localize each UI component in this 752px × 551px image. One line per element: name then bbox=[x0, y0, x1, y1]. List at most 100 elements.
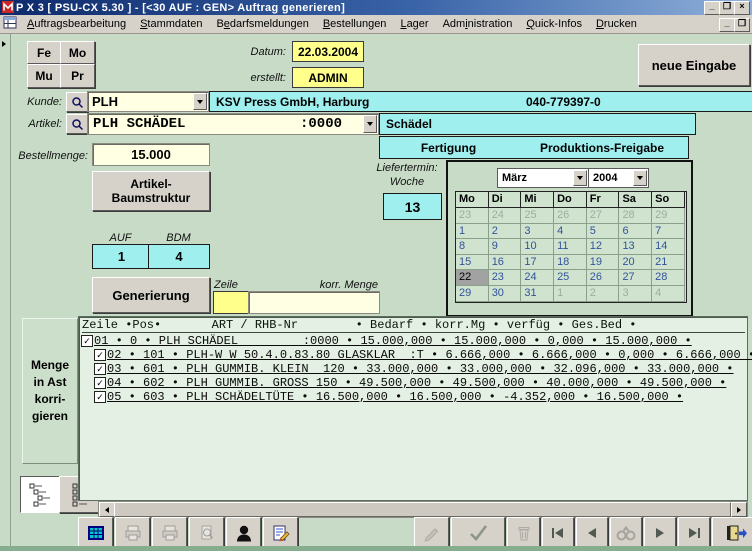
exit-button[interactable] bbox=[712, 517, 752, 548]
calendar-day[interactable]: 25 bbox=[554, 270, 587, 286]
restore-button[interactable]: ❐ bbox=[719, 1, 735, 15]
menu-item-auftragsbearbeitung[interactable]: Auftragsbearbeitung bbox=[20, 16, 133, 32]
chevron-down-icon[interactable] bbox=[573, 170, 587, 186]
child-restore-button[interactable]: ❐ bbox=[734, 18, 750, 32]
kunde-combo[interactable]: PLH bbox=[87, 91, 209, 112]
chevron-down-icon[interactable] bbox=[193, 93, 207, 110]
generierung-button[interactable]: Generierung bbox=[92, 277, 210, 313]
menu-item-bestellungen[interactable]: Bestellungen bbox=[316, 16, 394, 32]
artikel-search-button[interactable] bbox=[66, 114, 88, 134]
nav-prev-button[interactable] bbox=[576, 517, 608, 548]
calendar-day[interactable]: 3 bbox=[521, 224, 554, 240]
print-fast-button[interactable] bbox=[115, 517, 150, 548]
calendar-day[interactable]: 19 bbox=[587, 255, 620, 271]
close-button[interactable]: × bbox=[734, 1, 750, 15]
delete-button[interactable] bbox=[507, 517, 540, 548]
row-checkbox[interactable]: ✓ bbox=[94, 391, 106, 403]
calendar-day[interactable]: 23 bbox=[489, 270, 522, 286]
scroll-right-button[interactable] bbox=[731, 502, 747, 517]
menu-item-quick-infos[interactable]: Quick-Infos bbox=[519, 16, 589, 32]
calendar-day[interactable]: 24 bbox=[521, 270, 554, 286]
scrollbar-thumb[interactable] bbox=[114, 502, 731, 517]
nav-last-button[interactable] bbox=[678, 517, 710, 548]
menu-item-stammdaten[interactable]: Stammdaten bbox=[133, 16, 209, 32]
edit-pen-button[interactable] bbox=[414, 517, 449, 548]
calendar-day[interactable]: 7 bbox=[652, 224, 685, 240]
type-pr-button[interactable]: Pr bbox=[60, 64, 95, 88]
row-checkbox[interactable]: ✓ bbox=[94, 363, 106, 375]
calendar-day[interactable]: 20 bbox=[619, 255, 652, 271]
calendar-day[interactable]: 28 bbox=[619, 208, 652, 224]
calendar-day[interactable]: 30 bbox=[489, 286, 522, 302]
calendar-day[interactable]: 26 bbox=[554, 208, 587, 224]
korr-menge-input[interactable] bbox=[248, 291, 380, 314]
horizontal-scrollbar[interactable] bbox=[98, 501, 748, 518]
search-button[interactable] bbox=[610, 517, 642, 548]
calendar-day[interactable]: 24 bbox=[489, 208, 522, 224]
table-row[interactable]: ✓05 • 603 • PLH SCHÄDELTÜTE • 16.500,000… bbox=[81, 390, 747, 404]
nav-next-button[interactable] bbox=[644, 517, 676, 548]
calendar-day[interactable]: 4 bbox=[554, 224, 587, 240]
calendar-day[interactable]: 2 bbox=[489, 224, 522, 240]
table-row[interactable]: ✓02 • 101 • PLH-W W 50.4.0.83.80 GLASKLA… bbox=[81, 348, 747, 362]
month-combo[interactable]: März bbox=[497, 168, 589, 188]
calendar-day[interactable]: 14 bbox=[652, 239, 685, 255]
row-checkbox[interactable]: ✓ bbox=[81, 335, 93, 347]
confirm-button[interactable] bbox=[451, 517, 505, 548]
calendar-day[interactable]: 15 bbox=[456, 255, 489, 271]
user-info-button[interactable] bbox=[226, 517, 261, 548]
calendar-day[interactable]: 27 bbox=[619, 270, 652, 286]
calendar-day[interactable]: 16 bbox=[489, 255, 522, 271]
minimize-button[interactable]: _ bbox=[704, 1, 720, 15]
menu-item-lager[interactable]: Lager bbox=[393, 16, 435, 32]
calendar-day[interactable]: 29 bbox=[456, 286, 489, 302]
calendar-day[interactable]: 21 bbox=[652, 255, 685, 271]
calendar-day[interactable]: 26 bbox=[587, 270, 620, 286]
type-mu-button[interactable]: Mu bbox=[27, 64, 61, 88]
calendar-day[interactable]: 8 bbox=[456, 239, 489, 255]
calendar-day[interactable]: 23 bbox=[456, 208, 489, 224]
menu-item-administration[interactable]: Administration bbox=[436, 16, 520, 32]
chevron-down-icon[interactable] bbox=[633, 170, 647, 186]
calendar-day[interactable]: 28 bbox=[652, 270, 685, 286]
artikel-combo[interactable]: PLH SCHÄDEL :0000 bbox=[87, 113, 379, 135]
tree-view-toggle-button[interactable] bbox=[20, 476, 60, 513]
row-checkbox[interactable]: ✓ bbox=[94, 349, 106, 361]
calendar-day[interactable]: 1 bbox=[456, 224, 489, 240]
year-combo[interactable]: 2004 bbox=[588, 168, 649, 188]
type-fe-button[interactable]: Fe bbox=[27, 41, 61, 64]
calendar-day[interactable]: 18 bbox=[554, 255, 587, 271]
table-row[interactable]: ✓01 • 0 • PLH SCHÄDEL :0000 • 15.000,000… bbox=[81, 334, 747, 348]
bestellmenge-input[interactable]: 15.000 bbox=[92, 143, 210, 166]
scroll-left-button[interactable] bbox=[99, 502, 115, 517]
calendar-day[interactable]: 27 bbox=[587, 208, 620, 224]
calendar-day[interactable]: 12 bbox=[587, 239, 620, 255]
kunde-search-button[interactable] bbox=[66, 92, 88, 112]
calendar-day[interactable]: 4 bbox=[652, 286, 685, 302]
calendar-day[interactable]: 11 bbox=[554, 239, 587, 255]
edit-document-button[interactable] bbox=[263, 517, 298, 548]
calendar-day[interactable]: 10 bbox=[521, 239, 554, 255]
menu-item-drucken[interactable]: Drucken bbox=[589, 16, 644, 32]
calendar-day[interactable]: 9 bbox=[489, 239, 522, 255]
chevron-down-icon[interactable] bbox=[363, 115, 377, 133]
calendar-day-selected[interactable]: 22 bbox=[456, 270, 489, 286]
calendar-day[interactable]: 2 bbox=[587, 286, 620, 302]
calendar-day[interactable]: 17 bbox=[521, 255, 554, 271]
calendar-day[interactable]: 25 bbox=[521, 208, 554, 224]
calendar-day[interactable]: 6 bbox=[619, 224, 652, 240]
calendar-day[interactable]: 3 bbox=[619, 286, 652, 302]
calendar-day[interactable]: 1 bbox=[554, 286, 587, 302]
print-button[interactable] bbox=[152, 517, 187, 548]
row-checkbox[interactable]: ✓ bbox=[94, 377, 106, 389]
nav-first-button[interactable] bbox=[542, 517, 574, 548]
child-minimize-button[interactable]: _ bbox=[719, 18, 735, 32]
grid-view-button[interactable] bbox=[78, 517, 113, 548]
type-mo-button[interactable]: Mo bbox=[60, 41, 95, 64]
neue-eingabe-button[interactable]: neue Eingabe bbox=[638, 44, 750, 86]
artikel-baumstruktur-button[interactable]: Artikel- Baumstruktur bbox=[92, 171, 210, 211]
menu-item-bedarfsmeldungen[interactable]: Bedarfsmeldungen bbox=[209, 16, 315, 32]
table-row[interactable]: ✓04 • 602 • PLH GUMMIB. GROSS 150 • 49.5… bbox=[81, 376, 747, 390]
calendar-day[interactable]: 31 bbox=[521, 286, 554, 302]
calendar-day[interactable]: 13 bbox=[619, 239, 652, 255]
